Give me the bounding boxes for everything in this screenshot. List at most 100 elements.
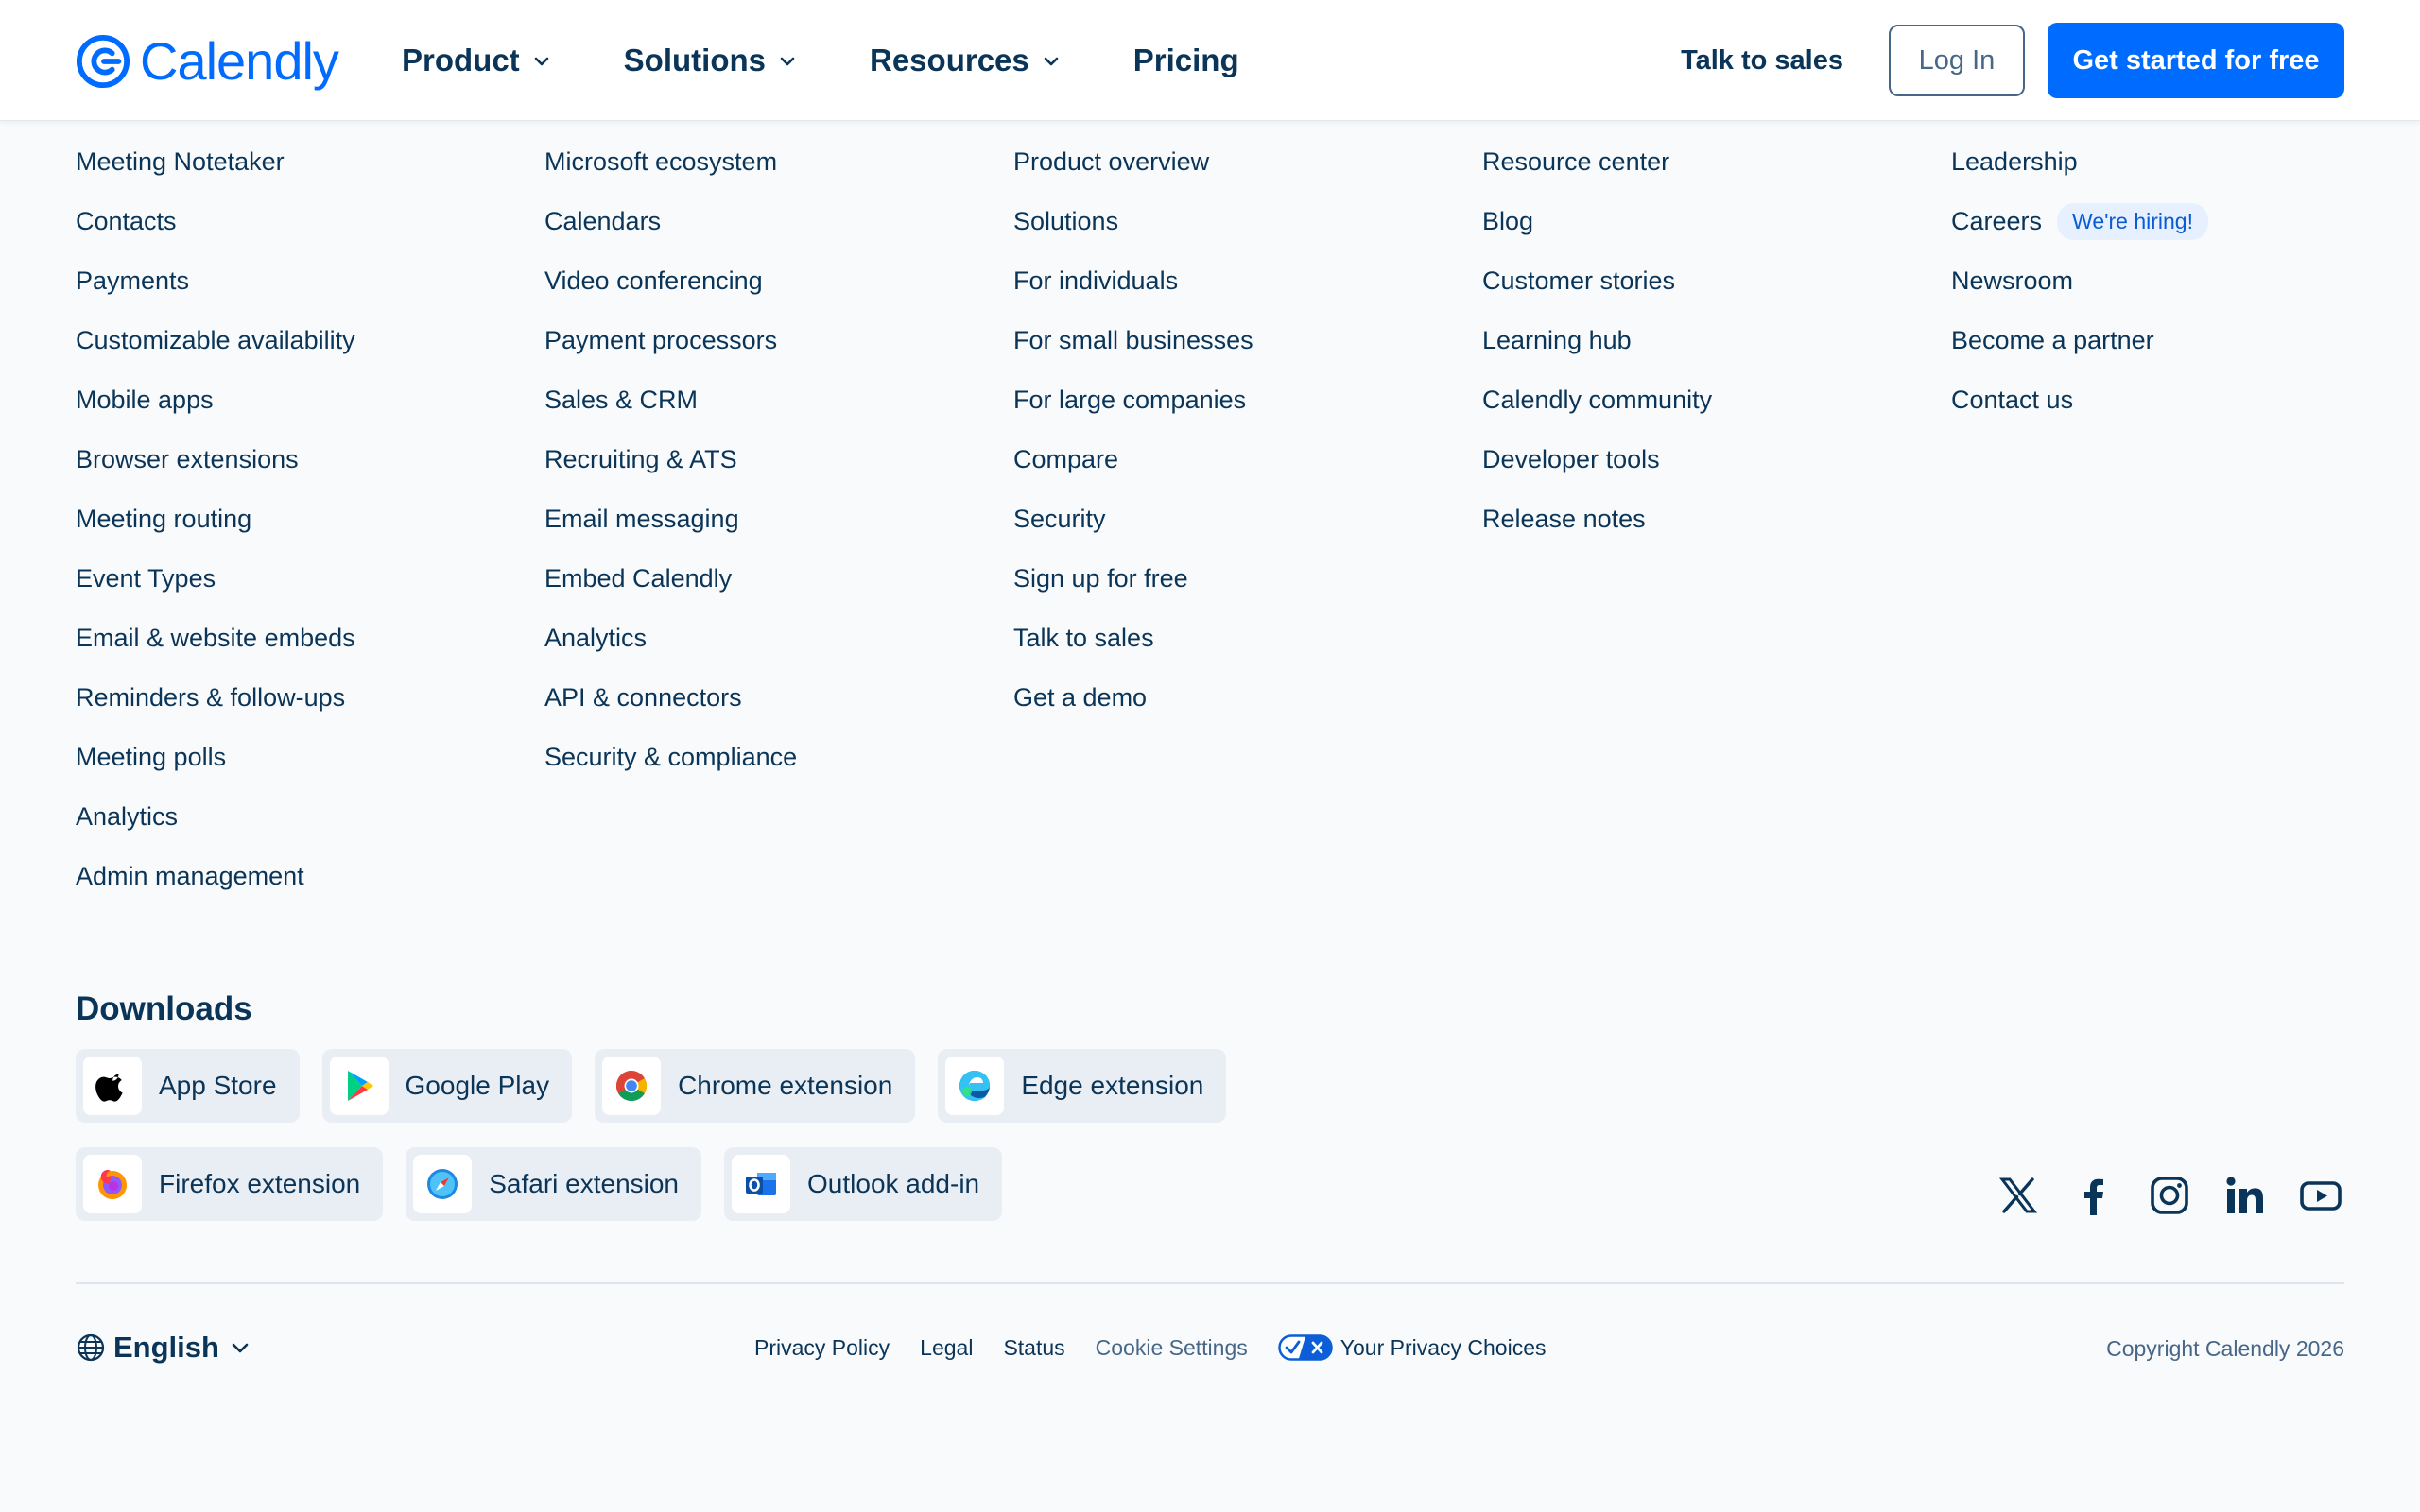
calendly-logo-icon [76, 34, 130, 89]
nav-label: Resources [870, 42, 1029, 77]
footer-link-for-small-businesses[interactable]: For small businesses [1013, 311, 1253, 370]
footer-link-calendars[interactable]: Calendars [544, 192, 797, 251]
footer-link-for-large-companies[interactable]: For large companies [1013, 370, 1253, 430]
get-started-button[interactable]: Get started for free [2048, 23, 2344, 98]
outlook-icon [746, 1173, 777, 1195]
footer-link-become-a-partner[interactable]: Become a partner [1951, 311, 2208, 370]
footer-link-customizable-availability[interactable]: Customizable availability [76, 311, 355, 370]
footer-link-meeting-routing[interactable]: Meeting routing [76, 490, 355, 549]
nav-pricing[interactable]: Pricing [1133, 43, 1239, 78]
footer-link-label: Payment processors [544, 326, 778, 354]
x-icon [1998, 1177, 2038, 1213]
footer-link-get-a-demo[interactable]: Get a demo [1013, 668, 1253, 728]
google-play-icon [347, 1071, 373, 1101]
download-safari-extension-button[interactable]: Safari extension [406, 1147, 702, 1221]
footer-link-embed-calendly[interactable]: Embed Calendly [544, 549, 797, 609]
header-actions: Talk to sales Log In Get started for fre… [1681, 23, 2344, 98]
download-label: Chrome extension [678, 1071, 893, 1100]
footer-link-email-and-website-embeds[interactable]: Email & website embeds [76, 609, 355, 668]
language-selector[interactable]: English [76, 1331, 251, 1365]
download-chrome-extension-button[interactable]: Chrome extension [595, 1049, 916, 1123]
footer-link-api-and-connectors[interactable]: API & connectors [544, 668, 797, 728]
download-app-store-button[interactable]: App Store [76, 1049, 300, 1123]
calendly-logo[interactable]: Calendly [76, 28, 339, 94]
footer-link-customer-stories[interactable]: Customer stories [1482, 251, 1712, 311]
legal-link[interactable]: Legal [920, 1335, 973, 1361]
footer-link-label: Compare [1013, 445, 1119, 473]
footer-link-recruiting-and-ats[interactable]: Recruiting & ATS [544, 430, 797, 490]
footer-link-sign-up-for-free[interactable]: Sign up for free [1013, 549, 1253, 609]
download-edge-extension-button[interactable]: Edge extension [938, 1049, 1227, 1123]
footer-link-email-messaging[interactable]: Email messaging [544, 490, 797, 549]
footer-link-resource-center[interactable]: Resource center [1482, 132, 1712, 192]
nav-product[interactable]: Product [402, 43, 552, 78]
youtube-link[interactable] [2297, 1172, 2344, 1219]
footer-link-newsroom[interactable]: Newsroom [1951, 251, 2208, 311]
footer-link-for-individuals[interactable]: For individuals [1013, 251, 1253, 311]
download-google-play-button[interactable]: Google Play [321, 1049, 573, 1123]
status-link[interactable]: Status [1003, 1335, 1064, 1361]
footer-link-browser-extensions[interactable]: Browser extensions [76, 430, 355, 490]
chevron-down-icon [232, 1343, 249, 1353]
footer-link-reminders-and-follow-ups[interactable]: Reminders & follow-ups [76, 668, 355, 728]
footer-link-label: Meeting polls [76, 743, 227, 771]
footer-link-label: Developer tools [1482, 445, 1660, 473]
footer-link-event-types[interactable]: Event Types [76, 549, 355, 609]
footer-link-microsoft-ecosystem[interactable]: Microsoft ecosystem [544, 132, 797, 192]
footer-link-developer-tools[interactable]: Developer tools [1482, 430, 1712, 490]
nav-solutions[interactable]: Solutions [624, 43, 798, 78]
footer-link-meeting-notetaker[interactable]: Meeting Notetaker [76, 132, 355, 192]
download-firefox-extension-button[interactable]: Firefox extension [76, 1147, 384, 1221]
footer-link-product-overview[interactable]: Product overview [1013, 132, 1253, 192]
cookie-settings-link[interactable]: Cookie Settings [1096, 1335, 1248, 1361]
footer-link-admin-management[interactable]: Admin management [76, 847, 355, 906]
talk-to-sales-link[interactable]: Talk to sales [1681, 45, 1843, 77]
footer-link-contacts[interactable]: Contacts [76, 192, 355, 251]
footer-link-calendly-community[interactable]: Calendly community [1482, 370, 1712, 430]
footer-link-careers[interactable]: Careers We're hiring! [1951, 192, 2208, 251]
footer-link-compare[interactable]: Compare [1013, 430, 1253, 490]
privacy-policy-link[interactable]: Privacy Policy [754, 1335, 890, 1361]
footer-divider [76, 1282, 2344, 1284]
footer-link-video-conferencing[interactable]: Video conferencing [544, 251, 797, 311]
privacy-toggle-icon [1278, 1334, 1333, 1361]
footer-link-analytics[interactable]: Analytics [76, 787, 355, 847]
footer-link-label: Event Types [76, 564, 216, 593]
footer-link-analytics[interactable]: Analytics [544, 609, 797, 668]
footer-link-label: Customer stories [1482, 266, 1676, 295]
footer-link-label: Get a demo [1013, 683, 1148, 712]
footer-link-security-and-compliance[interactable]: Security & compliance [544, 728, 797, 787]
footer-link-meeting-polls[interactable]: Meeting polls [76, 728, 355, 787]
footer-link-label: API & connectors [544, 683, 742, 712]
footer-link-learning-hub[interactable]: Learning hub [1482, 311, 1712, 370]
footer-link-label: Payments [76, 266, 190, 295]
footer-link-mobile-apps[interactable]: Mobile apps [76, 370, 355, 430]
footer-link-label: Security [1013, 505, 1106, 533]
footer-link-solutions[interactable]: Solutions [1013, 192, 1253, 251]
nav-resources[interactable]: Resources [870, 43, 1062, 78]
footer-link-sales-and-crm[interactable]: Sales & CRM [544, 370, 797, 430]
footer-link-leadership[interactable]: Leadership [1951, 132, 2208, 192]
download-outlook-add-in-button[interactable]: Outlook add-in [724, 1147, 1003, 1221]
footer-link-payments[interactable]: Payments [76, 251, 355, 311]
footer-link-label: Email & website embeds [76, 624, 355, 652]
footer-link-talk-to-sales[interactable]: Talk to sales [1013, 609, 1253, 668]
x-link[interactable] [1995, 1172, 2042, 1219]
footer-link-security[interactable]: Security [1013, 490, 1253, 549]
footer-link-blog[interactable]: Blog [1482, 192, 1712, 251]
footer-link-label: Contacts [76, 207, 177, 235]
linkedin-link[interactable] [2221, 1172, 2269, 1219]
footer-link-label: Analytics [76, 802, 179, 831]
link-column-1: Meeting Notetaker Contacts Payments Customi… [76, 132, 355, 906]
facebook-link[interactable] [2070, 1172, 2118, 1219]
safari-icon [427, 1169, 458, 1199]
chrome-icon [616, 1071, 648, 1102]
login-button[interactable]: Log In [1889, 25, 2025, 96]
hiring-badge: We're hiring! [2057, 203, 2208, 240]
footer-link-contact-us[interactable]: Contact us [1951, 370, 2208, 430]
instagram-link[interactable] [2146, 1172, 2193, 1219]
footer-link-payment-processors[interactable]: Payment processors [544, 311, 797, 370]
privacy-choices-link[interactable]: Your Privacy Choices [1278, 1334, 1547, 1361]
edge-icon [959, 1071, 991, 1101]
footer-link-release-notes[interactable]: Release notes [1482, 490, 1712, 549]
